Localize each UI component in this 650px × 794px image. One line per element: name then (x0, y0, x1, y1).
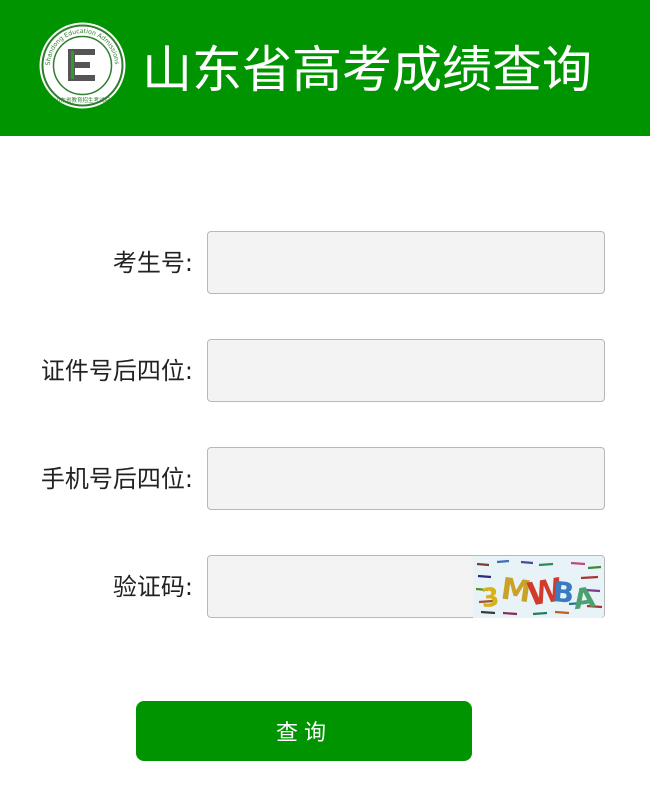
phone-last4-input[interactable] (207, 447, 605, 510)
exam-number-label: 考生号: (112, 249, 193, 277)
page-header: Shandong Education Admissions & Examinat… (0, 0, 650, 136)
phone-last4-row: 手机号后四位: (0, 447, 650, 512)
captcha-label: 验证码: (112, 573, 193, 601)
query-submit-button[interactable]: 查询 (136, 701, 472, 761)
captcha-row: 验证码: 3 M W B A (0, 555, 650, 620)
svg-text:3: 3 (480, 582, 501, 614)
logo-bottom-text: 山东省教育招生考试院 (55, 96, 111, 104)
captcha-image[interactable]: 3 M W B A (473, 556, 604, 618)
id-last4-row: 证件号后四位: (0, 339, 650, 404)
exam-number-row: 考生号: (0, 231, 650, 296)
shandong-education-logo-icon: Shandong Education Admissions & Examinat… (38, 21, 126, 109)
id-last4-label: 证件号后四位: (40, 357, 193, 385)
page-title: 山东省高考成绩查询 (142, 41, 592, 99)
exam-number-input[interactable] (207, 231, 605, 294)
phone-last4-label: 手机号后四位: (40, 465, 193, 493)
id-last4-input[interactable] (207, 339, 605, 402)
